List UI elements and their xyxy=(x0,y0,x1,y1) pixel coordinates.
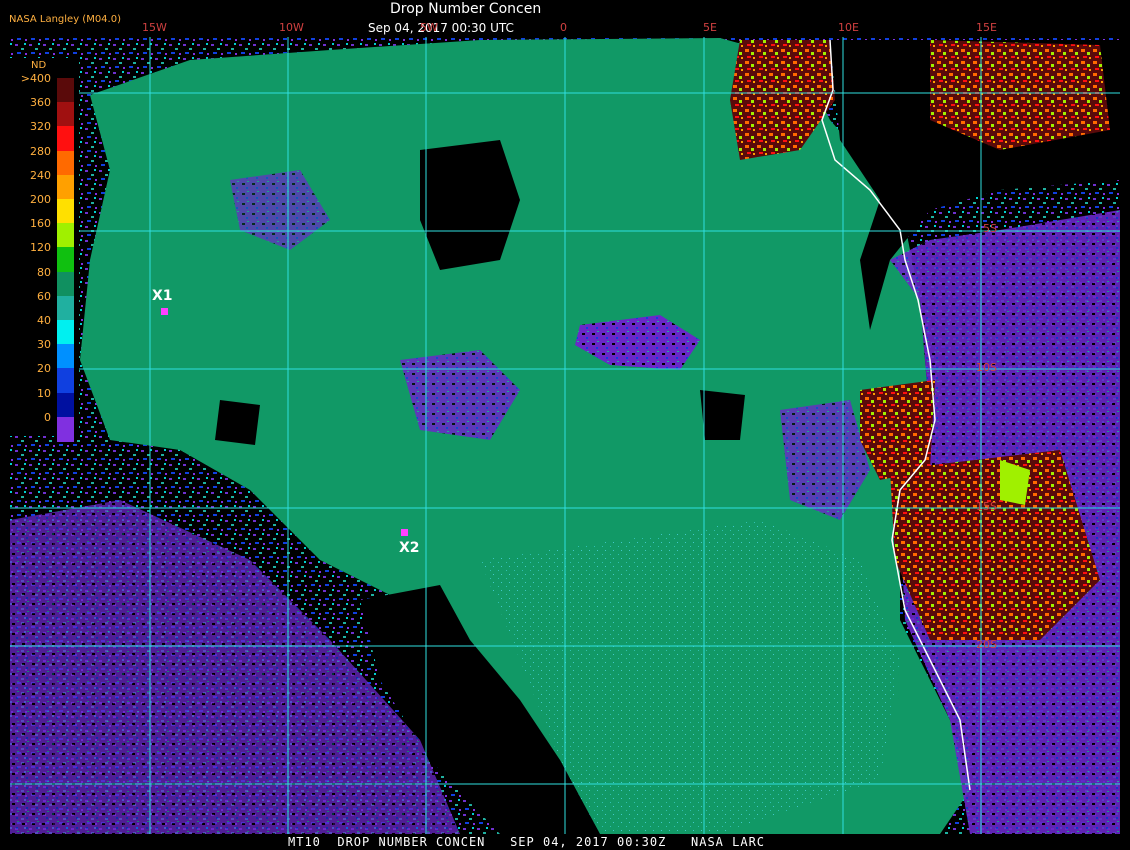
legend-tick: 60 xyxy=(37,289,51,303)
legend-tick: 200 xyxy=(30,193,51,206)
lon-label-10e: 10E xyxy=(838,21,859,34)
legend-swatch xyxy=(57,392,74,418)
legend-tick: 360 xyxy=(30,96,51,110)
legend-swatch xyxy=(57,271,74,297)
footer-bar: MT10 DROP NUMBER CONCEN SEP 04, 2017 00:… xyxy=(0,834,1130,850)
lon-label-5w: 5W xyxy=(420,21,438,34)
footer-text: MT10 DROP NUMBER CONCEN SEP 04, 2017 00:… xyxy=(288,835,766,849)
legend-swatch xyxy=(57,199,74,224)
lon-label-10w: 10W xyxy=(279,21,304,34)
legend-tick: 0 xyxy=(44,410,51,424)
legend-tick: 240 xyxy=(30,168,51,182)
timestamp-label: Sep 04, 2017 00:30 UTC xyxy=(368,21,514,35)
legend-swatch xyxy=(57,223,74,249)
satellite-map xyxy=(10,37,1120,834)
legend-tick: 160 xyxy=(30,217,51,231)
lat-label-5s: 5S xyxy=(983,222,997,235)
legend-tick: 40 xyxy=(37,314,51,327)
legend-swatch xyxy=(57,247,74,273)
lat-label-15s: 15S xyxy=(976,500,997,513)
legend-tick: 30 xyxy=(37,338,51,352)
legend-tick: 320 xyxy=(30,120,51,134)
legend-swatch xyxy=(57,344,74,370)
legend-tick: 20 xyxy=(37,362,51,376)
map-title: Drop Number Concen xyxy=(390,1,542,17)
legend-swatch xyxy=(57,320,74,345)
legend-tick: 120 xyxy=(30,241,51,255)
legend-tick: 80 xyxy=(37,265,51,279)
legend-swatch xyxy=(57,174,74,200)
color-legend: ND >400 360 320 280 240 200 160 120 80 60 40 30 20 10… xyxy=(9,58,79,442)
marker-x2-dot xyxy=(401,529,408,536)
legend-swatch xyxy=(57,416,74,442)
legend-unit: ND xyxy=(31,60,47,71)
legend-swatch xyxy=(57,78,74,103)
lat-label-10s: 10S xyxy=(976,361,997,374)
legend-swatch xyxy=(57,150,74,176)
legend-swatch xyxy=(57,295,74,321)
legend-swatch xyxy=(57,368,74,394)
lat-label-20s: 20S xyxy=(976,638,997,651)
legend-tick: 280 xyxy=(30,144,51,158)
legend-tick: >400 xyxy=(20,72,51,85)
lon-label-5e: 5E xyxy=(703,21,717,34)
marker-x1-dot xyxy=(161,308,168,315)
marker-x1-label: X1 xyxy=(152,288,173,304)
legend-swatch xyxy=(57,126,74,152)
credit-label: NASA Langley (M04.0) xyxy=(9,14,121,25)
lon-label-15e: 15E xyxy=(976,21,997,34)
legend-swatch xyxy=(57,102,74,128)
lon-label-0: 0 xyxy=(560,21,567,34)
lon-label-15w: 15W xyxy=(142,21,167,34)
legend-tick: 10 xyxy=(37,386,51,400)
marker-x2-label: X2 xyxy=(399,540,420,556)
